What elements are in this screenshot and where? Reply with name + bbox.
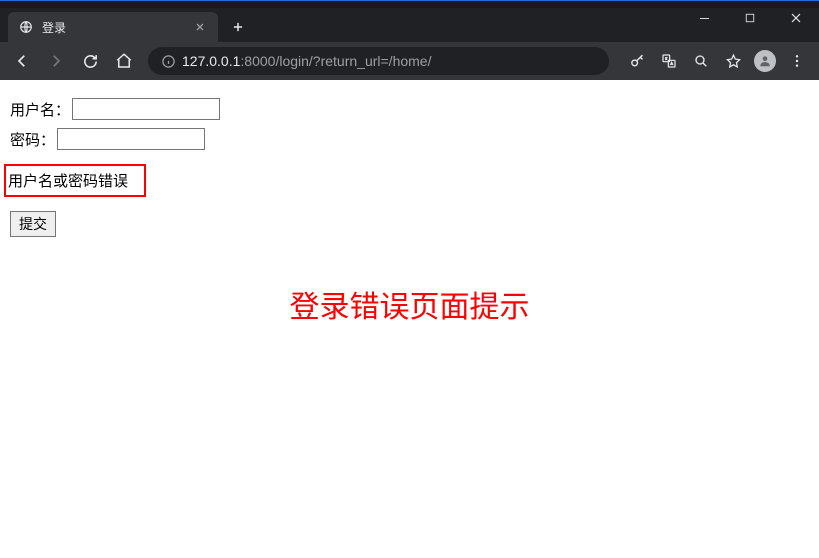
username-input[interactable] bbox=[72, 98, 220, 120]
password-label: 密码： bbox=[10, 129, 55, 150]
url-port: :8000 bbox=[240, 53, 275, 69]
username-row: 用户名： bbox=[10, 98, 809, 120]
tab-title: 登录 bbox=[42, 19, 184, 36]
window-maximize-button[interactable] bbox=[727, 2, 773, 34]
screenshot-annotation: 登录错误页面提示 bbox=[10, 282, 809, 326]
url-host: 127.0.0.1 bbox=[182, 53, 240, 69]
password-input[interactable] bbox=[57, 128, 205, 150]
login-error-message: 用户名或密码错误 bbox=[4, 164, 146, 197]
close-tab-icon[interactable] bbox=[192, 19, 208, 35]
address-bar[interactable]: 127.0.0.1:8000/login/?return_url=/home/ bbox=[148, 47, 609, 75]
error-row: 用户名或密码错误 bbox=[10, 158, 809, 203]
url-path: /login/?return_url=/home/ bbox=[275, 53, 431, 69]
submit-row: 提交 bbox=[10, 211, 809, 237]
new-tab-button[interactable] bbox=[224, 13, 252, 41]
key-icon[interactable] bbox=[623, 47, 651, 75]
browser-toolbar: 127.0.0.1:8000/login/?return_url=/home/ bbox=[0, 42, 819, 80]
zoom-icon[interactable] bbox=[687, 47, 715, 75]
globe-icon bbox=[18, 19, 34, 35]
window-controls bbox=[681, 2, 819, 34]
url-text: 127.0.0.1:8000/login/?return_url=/home/ bbox=[182, 53, 599, 69]
window-minimize-button[interactable] bbox=[681, 2, 727, 34]
browser-tab-active[interactable]: 登录 bbox=[8, 12, 218, 42]
reload-button[interactable] bbox=[76, 47, 104, 75]
page-content: 用户名： 密码： 用户名或密码错误 提交 登录错误页面提示 bbox=[0, 80, 819, 336]
back-button[interactable] bbox=[8, 47, 36, 75]
forward-button[interactable] bbox=[42, 47, 70, 75]
profile-button[interactable] bbox=[751, 47, 779, 75]
menu-button[interactable] bbox=[783, 47, 811, 75]
toolbar-right-icons bbox=[623, 47, 811, 75]
info-icon[interactable] bbox=[158, 51, 178, 71]
translate-icon[interactable] bbox=[655, 47, 683, 75]
avatar-icon bbox=[754, 50, 776, 72]
window-close-button[interactable] bbox=[773, 2, 819, 34]
password-row: 密码： bbox=[10, 128, 809, 150]
submit-button[interactable]: 提交 bbox=[10, 211, 56, 237]
browser-tabbar: 登录 bbox=[0, 8, 819, 42]
home-button[interactable] bbox=[110, 47, 138, 75]
username-label: 用户名： bbox=[10, 99, 70, 120]
bookmark-star-icon[interactable] bbox=[719, 47, 747, 75]
